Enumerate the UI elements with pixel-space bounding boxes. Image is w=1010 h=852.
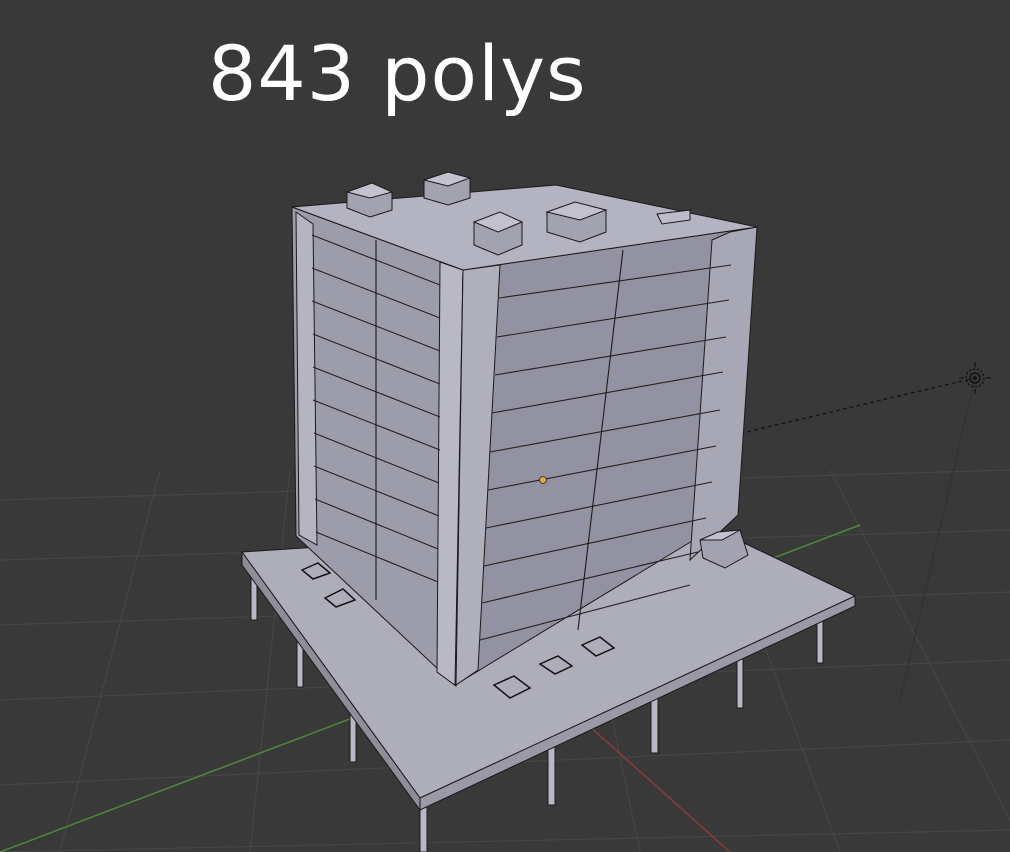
sun-lamp-icon[interactable]: [959, 362, 991, 394]
object-origin: [539, 476, 547, 484]
scene-canvas[interactable]: [0, 0, 1010, 852]
lamp-direction-line: [899, 377, 976, 701]
poly-count-label: 843 polys: [208, 29, 587, 118]
3d-viewport[interactable]: 843 polys: [0, 0, 1010, 852]
